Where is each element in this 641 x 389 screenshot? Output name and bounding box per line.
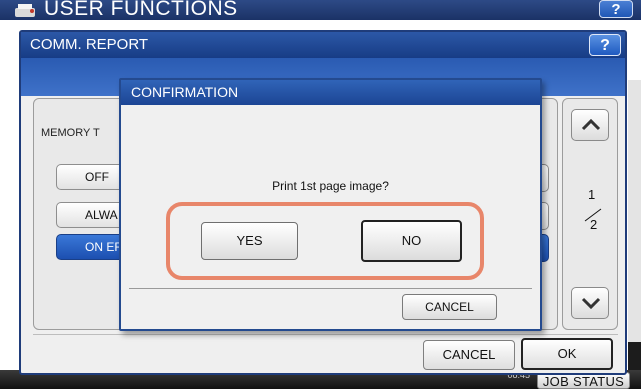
- page-current: 1: [588, 187, 596, 202]
- dialog-message: Print 1st page image?: [272, 179, 389, 193]
- window-title-bar: COMM. REPORT ?: [21, 32, 625, 58]
- dialog-divider: [129, 288, 532, 289]
- page-total: 2: [590, 217, 598, 232]
- outer-help-button[interactable]: ?: [599, 0, 633, 18]
- window-cancel-button[interactable]: CANCEL: [423, 340, 515, 370]
- dialog-title-bar: CONFIRMATION: [121, 80, 540, 105]
- window-divider: [33, 334, 618, 335]
- memory-transmission-label: MEMORY T: [41, 127, 100, 139]
- chevron-up-icon: [581, 118, 601, 131]
- page-down-button[interactable]: [571, 287, 609, 319]
- no-button[interactable]: NO: [361, 220, 462, 262]
- window-help-button[interactable]: ?: [589, 34, 621, 56]
- background-edge: [628, 80, 641, 342]
- option-row-edge: [541, 202, 549, 230]
- window-title: COMM. REPORT: [30, 36, 149, 53]
- option-row-edge: [541, 164, 549, 192]
- dialog-cancel-button[interactable]: CANCEL: [402, 294, 497, 320]
- outer-title: USER FUNCTIONS: [44, 0, 238, 20]
- option-row-edge: [541, 234, 549, 262]
- window-ok-button[interactable]: OK: [521, 338, 613, 370]
- user-functions-icon: [15, 4, 35, 17]
- outer-header: USER FUNCTIONS ?: [0, 0, 641, 20]
- page-indicator: 1 2: [581, 187, 605, 241]
- background-edge-dark: [628, 342, 641, 370]
- page-up-button[interactable]: [571, 109, 609, 141]
- confirmation-dialog: CONFIRMATION Print 1st page image? YES N…: [119, 78, 542, 331]
- chevron-down-icon: [581, 297, 601, 310]
- dialog-title: CONFIRMATION: [131, 84, 239, 100]
- yes-button[interactable]: YES: [201, 222, 298, 260]
- page-navigation: 1 2: [562, 98, 618, 330]
